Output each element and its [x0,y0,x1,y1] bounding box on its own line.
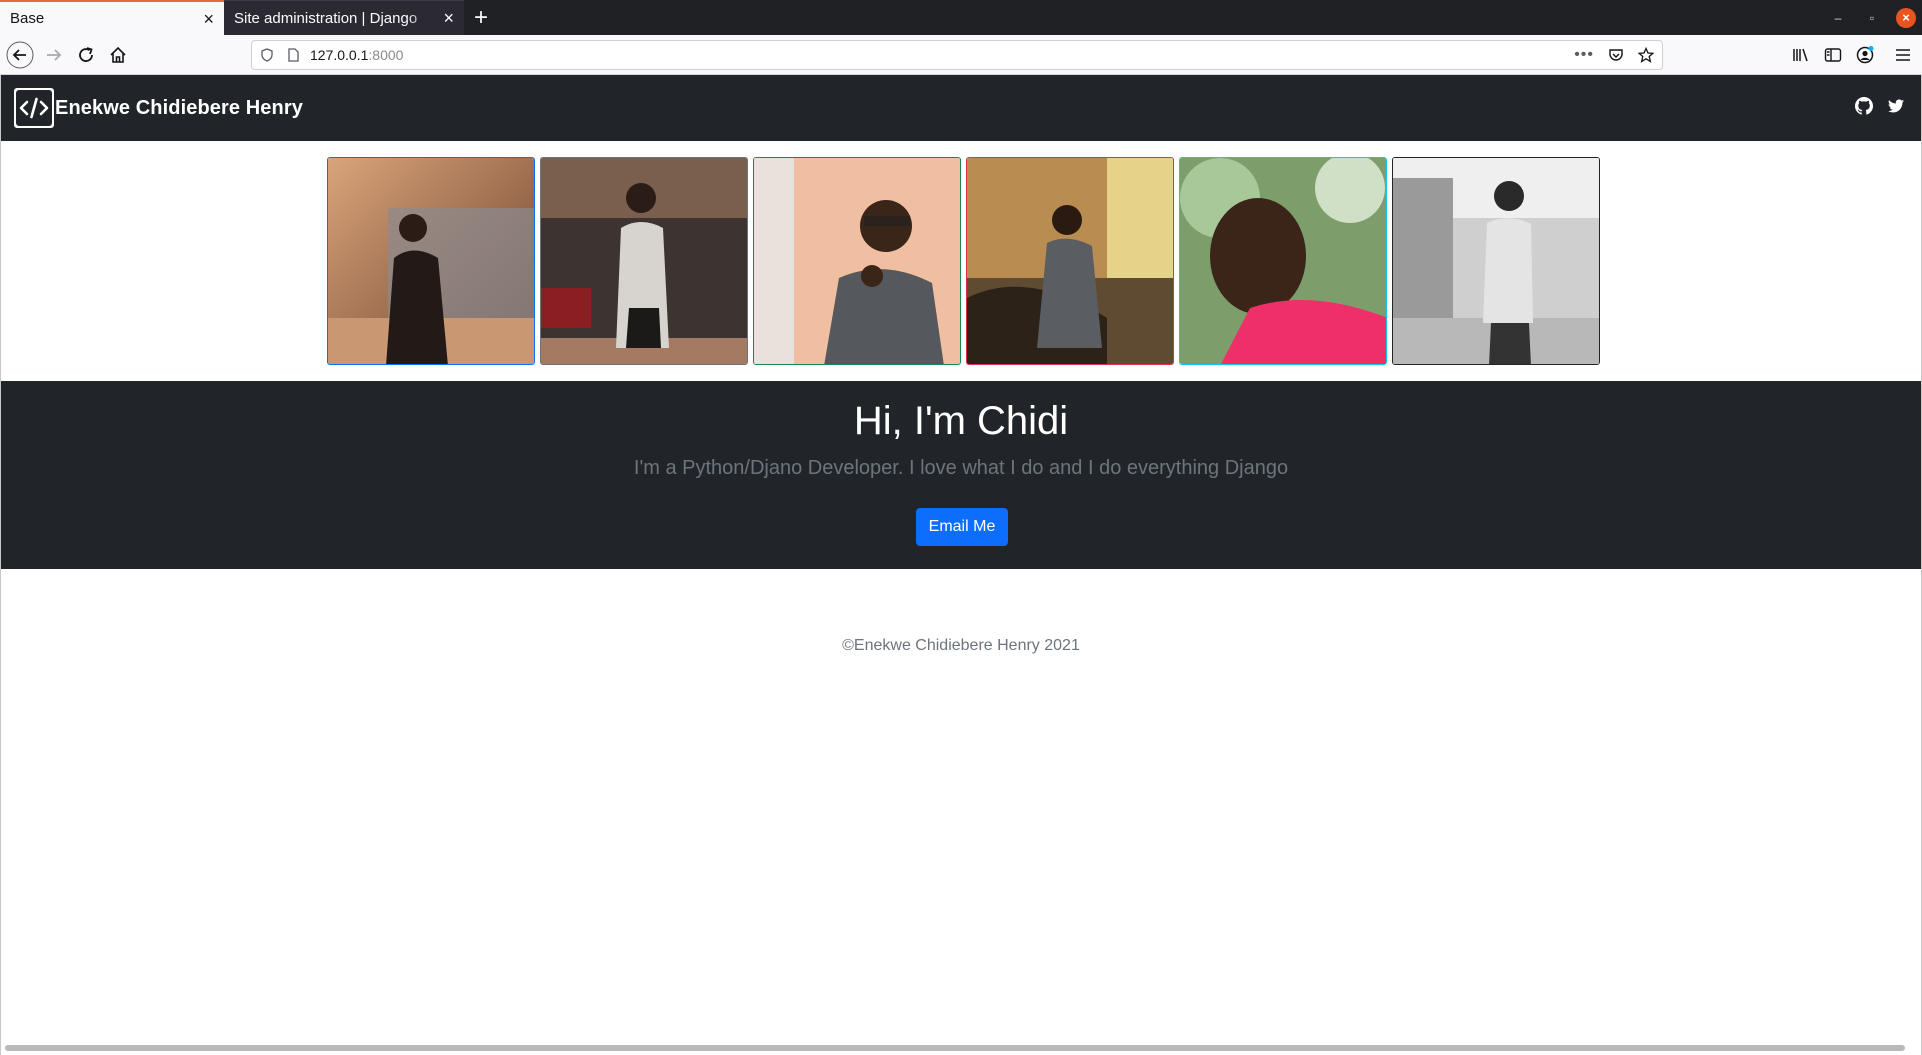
sidebar-icon[interactable] [1822,44,1844,66]
shield-icon[interactable] [256,48,278,62]
menu-icon[interactable] [1892,44,1914,66]
tab-base[interactable]: Base × [0,0,224,35]
site-navbar: Enekwe Chidiebere Henry [1,75,1921,141]
photo-3 [753,157,961,365]
code-logo-icon [14,88,54,128]
page-icon[interactable] [282,48,304,62]
reload-icon [79,47,93,62]
photo-2 [540,157,748,365]
photo-6 [1392,157,1600,365]
hero-section: Hi, I'm Chidi I'm a Python/Djano Develop… [1,381,1921,569]
reload-button[interactable] [72,41,100,69]
brand-link[interactable]: Enekwe Chidiebere Henry [14,88,303,128]
toolbar-right [1790,41,1922,69]
browser-tab-bar: Base × Site administration | Django × + … [0,0,1922,35]
bookmark-star-icon[interactable] [1638,47,1654,63]
email-me-button[interactable]: Email Me [916,508,1008,546]
close-window-icon[interactable]: × [1896,7,1916,28]
pocket-icon[interactable] [1608,47,1624,63]
url-host: 127.0.0.1 [310,47,369,63]
github-icon[interactable] [1855,97,1873,115]
tab-site-administration[interactable]: Site administration | Django × [224,0,464,35]
twitter-icon[interactable] [1887,98,1905,114]
back-arrow-icon [6,41,34,69]
browser-toolbar: 127.0.0.1:8000 ••• [0,35,1922,75]
horizontal-scrollbar[interactable] [5,1045,1905,1051]
close-tab-icon[interactable]: × [203,10,214,28]
hero-title: Hi, I'm Chidi [853,399,1069,443]
restore-icon[interactable]: ▫ [1862,8,1882,28]
brand-name: Enekwe Chidiebere Henry [55,96,303,119]
window-controls: – ▫ × [1828,0,1922,35]
forward-button[interactable] [40,41,68,69]
url-port: :8000 [368,47,404,63]
hero-lead: I'm a Python/Djano Developer. I love wha… [633,457,1289,479]
home-button[interactable] [104,41,132,69]
account-icon[interactable] [1854,44,1876,66]
tab-label: Base [10,10,45,27]
footer-copyright: ©Enekwe Chidiebere Henry 2021 [842,637,1080,654]
photo-5 [1179,157,1387,365]
minimize-icon[interactable]: – [1828,8,1848,28]
photo-gallery [327,157,1600,365]
photo-4 [966,157,1174,365]
url-actions: ••• [1574,41,1654,69]
library-icon[interactable] [1790,44,1812,66]
social-links [1855,97,1905,115]
url-bar[interactable]: 127.0.0.1:8000 ••• [251,40,1663,70]
page-viewport: Enekwe Chidiebere Henry Hi, I'm Chidi I'… [0,75,1922,1055]
photo-1 [327,157,535,365]
more-actions-icon[interactable]: ••• [1574,46,1594,64]
tab-label: Site administration | Django [234,9,418,27]
back-button[interactable] [6,41,34,69]
close-tab-icon[interactable]: × [443,9,454,27]
new-tab-button[interactable]: + [464,0,498,35]
home-icon [110,46,126,63]
forward-arrow-icon [47,49,62,61]
